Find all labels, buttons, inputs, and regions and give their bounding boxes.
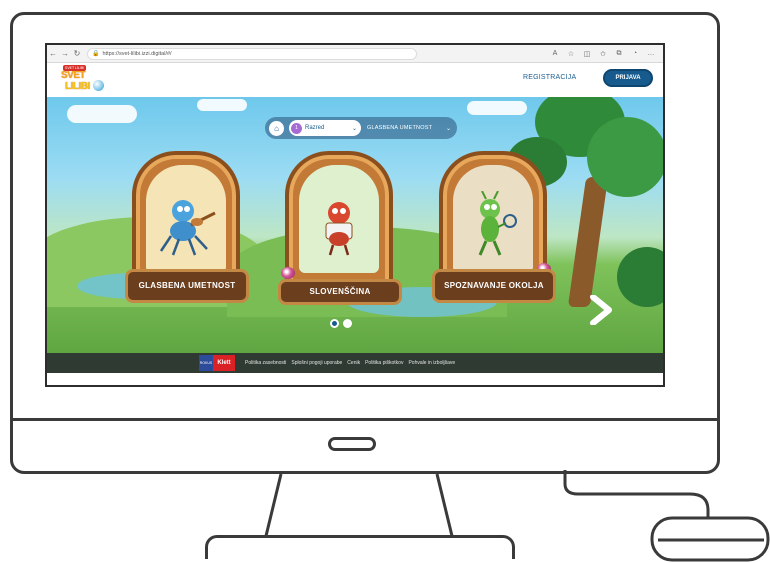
power-button-icon: [328, 437, 376, 451]
favorite-star-icon[interactable]: ☆: [565, 50, 577, 58]
footer-links: Politika zasebnosti Splošni pogoji upora…: [245, 360, 455, 366]
grade-label: Razred: [305, 125, 325, 131]
cloud: [67, 105, 137, 123]
subject-select-label[interactable]: GLASBENA UMETNOST: [367, 125, 432, 131]
logo-word-2: LILIBI: [65, 81, 90, 92]
register-link[interactable]: REGISTRACIJA: [523, 74, 576, 81]
next-arrow-icon[interactable]: [587, 295, 613, 325]
logo-word-1: SVET: [61, 70, 86, 81]
read-aloud-icon[interactable]: A: [549, 50, 561, 58]
monitor-chin: [10, 418, 720, 421]
footer-link-pricing[interactable]: Cenik: [347, 360, 360, 366]
lock-icon: 🔒: [92, 51, 100, 57]
url-text: https://svet-lilibi.izzi.digital/#/: [102, 50, 172, 57]
cloud: [197, 99, 247, 111]
refresh-icon[interactable]: ↻: [71, 49, 83, 58]
slovenian-bug-character-icon: [325, 202, 353, 256]
footer-link-privacy[interactable]: Politika zasebnosti: [245, 360, 286, 366]
subject-card-slovenian[interactable]: [281, 151, 393, 291]
browser-window: ← → ↻ 🔒 https://svet-lilibi.izzi.digital…: [45, 43, 665, 387]
split-screen-icon[interactable]: ◫: [581, 50, 593, 58]
snail-icon: [281, 267, 295, 279]
screen-bezel-bottom: [47, 373, 663, 385]
site-footer: ROKUS Klett Politika zasebnosti Splošni …: [47, 353, 663, 373]
pager-dot-1[interactable]: [330, 319, 339, 328]
carousel-pager: [330, 319, 352, 328]
arrow-left-icon[interactable]: ←: [47, 49, 59, 58]
subject-carousel-area: ⌂ 1 Razred ⌄ GLASBENA UMETNOST ⌄ GLASBEN…: [47, 97, 663, 367]
grade-badge: 1: [291, 122, 302, 134]
cloud: [467, 101, 527, 115]
bush: [617, 247, 663, 307]
music-bug-character-icon: [159, 200, 216, 256]
login-button[interactable]: PRIJAVA: [603, 69, 653, 87]
profile-icon[interactable]: ◔: [629, 50, 641, 58]
klett-logo: Klett: [213, 355, 235, 371]
home-icon[interactable]: ⌂: [269, 120, 284, 136]
address-bar[interactable]: 🔒 https://svet-lilibi.izzi.digital/#/: [87, 47, 417, 60]
footer-link-cookies[interactable]: Politika piškotkov: [365, 360, 403, 366]
arrow-right-icon[interactable]: →: [59, 49, 71, 58]
collections-icon[interactable]: ⧉: [613, 50, 625, 58]
browser-toolbar: ← → ↻ 🔒 https://svet-lilibi.izzi.digital…: [47, 45, 663, 63]
subject-label-slovenian[interactable]: SLOVENŠČINA: [278, 279, 402, 305]
pager-dot-2[interactable]: [343, 319, 352, 328]
mouse-icon: [563, 470, 770, 562]
subject-label-music[interactable]: GLASBENA UMETNOST: [125, 269, 249, 303]
footer-link-feedback[interactable]: Pohvale in izboljšave: [408, 360, 455, 366]
subject-label-environment[interactable]: SPOZNAVANJE OKOLJA: [432, 269, 556, 303]
rokus-logo: ROKUS: [199, 355, 213, 371]
site-header: SVET LILIBI SVET LILIBI REGISTRACIJA PRI…: [47, 63, 663, 97]
tree-crown: [587, 117, 663, 197]
tree-trunk: [567, 177, 609, 307]
grade-select[interactable]: 1 Razred ⌄: [289, 120, 361, 136]
footer-link-terms[interactable]: Splošni pogoji uporabe: [291, 360, 342, 366]
environment-bug-character-icon: [478, 191, 517, 256]
chevron-down-icon[interactable]: ⌄: [446, 125, 451, 132]
favorites-icon[interactable]: ✩: [597, 50, 609, 58]
breadcrumb: ⌂ 1 Razred ⌄ GLASBENA UMETNOST ⌄: [265, 117, 457, 139]
more-menu-icon[interactable]: …: [645, 50, 657, 58]
site-logo[interactable]: SVET LILIBI SVET LILIBI: [57, 65, 104, 95]
chevron-down-icon: ⌄: [351, 125, 357, 132]
logo-ball-icon: [93, 80, 104, 91]
monitor-base: [205, 535, 515, 559]
